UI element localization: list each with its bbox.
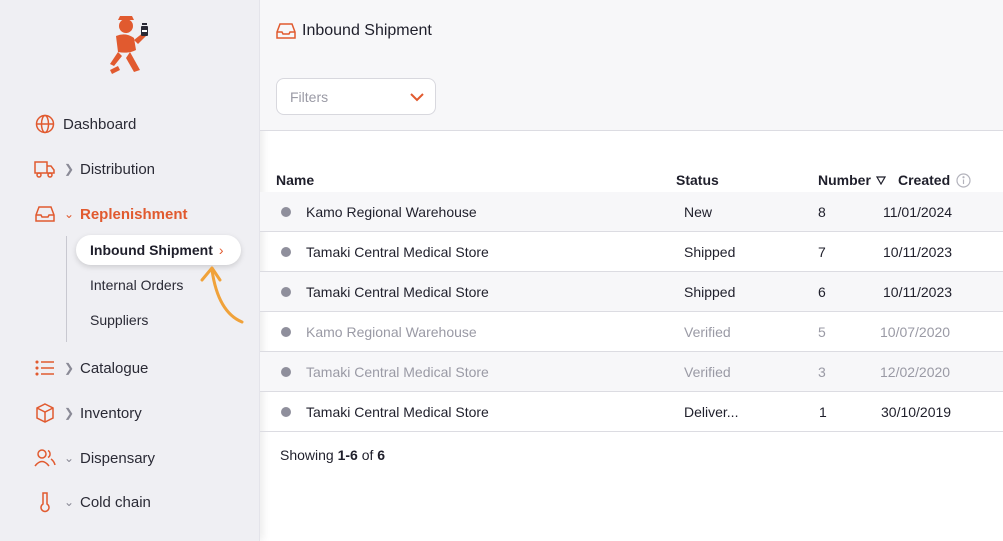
cell-number: 8 [818,204,826,220]
sort-descending-icon [875,175,886,185]
column-header-label: Number [818,172,871,188]
column-header-created[interactable]: Created [898,172,971,188]
sidebar-item-distribution[interactable]: ❯ Distribution [34,157,155,181]
status-dot [281,407,291,417]
sidebar-item-label: Cold chain [80,493,151,511]
info-icon[interactable] [956,172,971,188]
cell-number: 6 [818,284,826,300]
pagination-of: of [361,447,374,463]
cell-name: Tamaki Central Medical Store [306,244,489,260]
sidebar: Dashboard ❯ Distribution ⌄ Replenishment… [0,0,260,541]
sidebar-subitem-suppliers[interactable]: Suppliers [90,312,148,328]
annotation-arrow-icon [200,266,244,324]
column-header-name[interactable]: Name [276,172,314,188]
list-icon [34,357,56,379]
cell-name: Tamaki Central Medical Store [306,284,489,300]
chevron-right-icon: › [218,242,224,258]
cell-number: 3 [818,364,826,380]
cell-status: Shipped [684,244,736,260]
sidebar-item-label: Dispensary [80,449,156,467]
main-content: Inbound Shipment Filters Name Status Num… [260,0,1003,541]
truck-icon [34,158,56,180]
cell-created: 12/02/2020 [880,364,951,380]
status-dot [281,287,291,297]
sidebar-item-dispensary[interactable]: ⌄ Dispensary [34,446,155,470]
column-header-number[interactable]: Number [818,172,886,188]
pagination-total: 6 [377,447,386,463]
cell-created: 10/11/2023 [883,284,953,300]
sidebar-item-label: Distribution [80,160,156,178]
cell-name: Kamo Regional Warehouse [306,324,477,340]
filters-placeholder: Filters [290,88,329,105]
page-header: Inbound Shipment Filters [260,0,1003,131]
sidebar-item-catalogue[interactable]: ❯ Catalogue [34,356,148,380]
thermometer-icon [34,491,56,513]
users-icon [34,447,56,469]
sidebar-subitem-internal-orders[interactable]: Internal Orders [90,277,183,293]
cell-created: 10/07/2020 [880,324,951,340]
chevron-right-icon[interactable]: ❯ [64,162,74,176]
pagination-range: 1-6 [337,447,358,463]
chevron-down-icon[interactable]: ⌄ [64,495,74,509]
table-row[interactable]: Tamaki Central Medical Store Shipped 6 1… [260,272,1003,312]
column-header-label: Name [276,172,315,188]
globe-icon [34,113,56,135]
status-dot [281,247,291,257]
inbox-icon [276,23,296,39]
chevron-down-icon[interactable]: ⌄ [64,207,74,221]
table-row[interactable]: Kamo Regional Warehouse New 8 11/01/2024 [260,192,1003,232]
page-title: Inbound Shipment [276,22,432,40]
submenu-divider [66,236,67,342]
table-row[interactable]: Kamo Regional Warehouse Verified 5 10/07… [260,312,1003,352]
status-dot [281,367,291,377]
status-dot [281,327,291,337]
column-header-label: Status [676,172,719,188]
table-row[interactable]: Tamaki Central Medical Store Shipped 7 1… [260,232,1003,272]
cell-number: 7 [818,244,826,260]
cell-created: 10/11/2023 [883,244,953,260]
column-header-label: Created [898,172,951,188]
box-icon [34,402,56,424]
sidebar-item-inventory[interactable]: ❯ Inventory [34,401,142,425]
cell-name: Tamaki Central Medical Store [306,364,489,380]
filters-dropdown[interactable]: Filters [276,78,436,115]
cell-name: Tamaki Central Medical Store [306,404,489,420]
cell-status: Shipped [684,284,736,300]
cell-status: Deliver... [684,404,739,420]
sidebar-item-label: Catalogue [80,359,149,377]
cell-status: Verified [684,324,731,340]
sidebar-item-cold-chain[interactable]: ⌄ Cold chain [34,490,151,514]
cell-status: New [684,204,713,220]
sidebar-subitem-inbound-shipment[interactable]: Inbound Shipment › [76,235,241,265]
sidebar-item-label: Replenishment [80,205,188,223]
sidebar-subitem-label: Inbound Shipment [90,242,213,258]
chevron-down-icon[interactable]: ⌄ [64,451,74,465]
cell-status: Verified [684,364,731,380]
pagination-summary: Showing 1-6 of 6 [280,447,385,463]
cell-number: 1 [819,404,827,420]
table-row[interactable]: Tamaki Central Medical Store Verified 3 … [260,352,1003,392]
status-dot [281,207,291,217]
chevron-right-icon[interactable]: ❯ [64,406,74,420]
cell-created: 11/01/2024 [883,204,953,220]
sidebar-item-replenishment[interactable]: ⌄ Replenishment [34,202,188,226]
pagination-prefix: Showing [280,447,334,463]
chevron-right-icon[interactable]: ❯ [64,361,74,375]
sidebar-item-label: Dashboard [63,115,137,133]
page-title-text: Inbound Shipment [302,22,432,39]
inbox-icon [34,203,56,225]
column-header-status[interactable]: Status [676,172,719,188]
sidebar-item-dashboard[interactable]: Dashboard [34,112,136,136]
sidebar-item-label: Inventory [80,404,142,422]
cell-created: 30/10/2019 [881,404,952,420]
cell-number: 5 [818,324,826,340]
table-row[interactable]: Tamaki Central Medical Store Deliver... … [260,392,1003,432]
cell-name: Kamo Regional Warehouse [306,204,477,220]
app-logo[interactable] [104,14,154,76]
chevron-down-icon [410,92,424,101]
